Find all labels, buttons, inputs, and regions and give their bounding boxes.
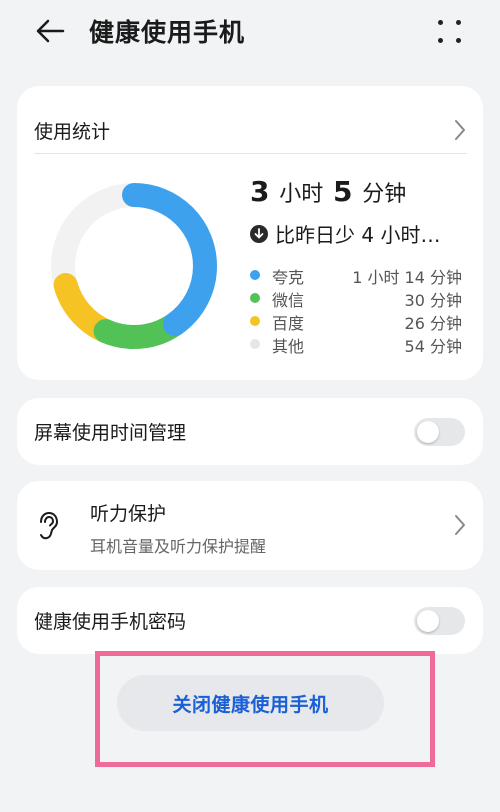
legend-item: 夸克 1 小时 14 分钟 <box>250 264 462 287</box>
hearing-protection-subtitle: 耳机音量及听力保护提醒 <box>90 537 267 556</box>
usage-comparison: 比昨日少 4 小时… <box>250 219 440 248</box>
usage-stats-header[interactable]: 使用统计 <box>17 86 483 153</box>
page-title: 健康使用手机 <box>89 18 246 47</box>
arrow-left-icon <box>36 19 65 43</box>
arrow-down-circle-icon <box>250 224 268 243</box>
legend-app-name: 微信 <box>272 291 305 310</box>
legend-item: 百度 26 分钟 <box>250 310 462 333</box>
more-vertical-dots-icon <box>438 20 443 25</box>
password-card: 健康使用手机密码 <box>17 587 483 654</box>
legend-item: 微信 30 分钟 <box>250 287 462 310</box>
legend-dot <box>250 270 260 280</box>
legend-app-time: 26 分钟 <box>404 314 462 333</box>
legend-dot <box>250 293 260 303</box>
chevron-right-icon <box>455 120 465 140</box>
more-options-button[interactable] <box>432 14 468 48</box>
hearing-protection-item[interactable]: 听力保护 耳机音量及听力保护提醒 <box>17 481 483 570</box>
password-label: 健康使用手机密码 <box>34 611 187 633</box>
legend-app-name: 夸克 <box>272 268 305 287</box>
total-usage-time: 3 小时 5 分钟 <box>250 175 407 208</box>
usage-legend: 夸克 1 小时 14 分钟微信 30 分钟百度 26 分钟其他 54 分钟 <box>250 264 462 356</box>
chevron-right-icon <box>455 515 465 535</box>
legend-app-time: 54 分钟 <box>404 337 462 356</box>
legend-dot <box>250 316 260 326</box>
toggle-knob <box>417 610 439 632</box>
hearing-protection-title: 听力保护 <box>90 503 167 525</box>
usage-donut-chart[interactable] <box>44 176 224 356</box>
usage-stats-title: 使用统计 <box>34 121 111 143</box>
password-toggle[interactable] <box>414 607 465 635</box>
legend-app-name: 其他 <box>272 337 305 356</box>
app-bar: 健康使用手机 <box>0 0 500 62</box>
usage-stats-card: 使用统计 3 小时 5 分钟 比昨日少 4 小时… 夸克 1 小时 14 分钟 微信… <box>17 86 483 380</box>
legend-item: 其他 54 分钟 <box>250 333 462 356</box>
close-health-mode-button[interactable]: 关闭健康使用手机 <box>117 675 384 731</box>
screen-time-label: 屏幕使用时间管理 <box>34 422 187 444</box>
legend-app-name: 百度 <box>272 314 305 333</box>
divider <box>34 153 467 154</box>
screen-time-toggle[interactable] <box>414 418 465 446</box>
ear-icon <box>40 511 59 540</box>
legend-dot <box>250 339 260 349</box>
toggle-knob <box>417 421 439 443</box>
back-button[interactable] <box>30 14 70 48</box>
screen-time-card: 屏幕使用时间管理 <box>17 398 483 465</box>
legend-app-time: 30 分钟 <box>404 291 462 310</box>
legend-app-time: 1 小时 14 分钟 <box>352 268 462 287</box>
